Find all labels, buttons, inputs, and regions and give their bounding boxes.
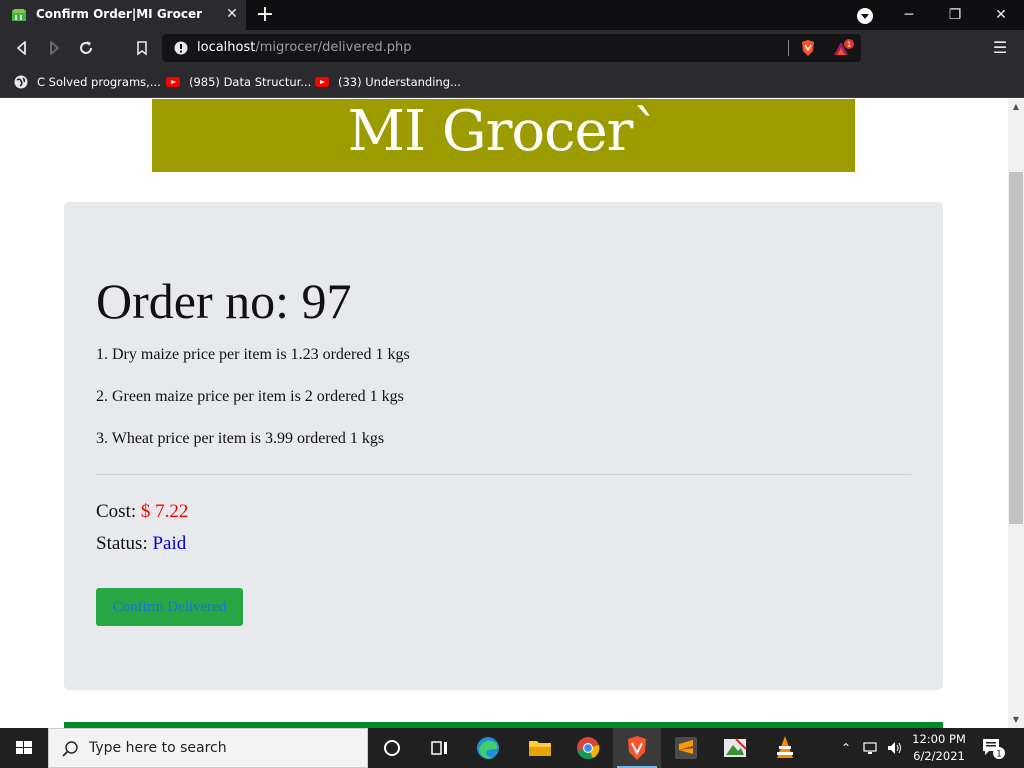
cost-label: Cost: (96, 501, 137, 522)
divider (96, 474, 911, 475)
reload-icon[interactable] (76, 38, 96, 58)
vlc-icon[interactable] (761, 728, 809, 768)
scroll-down-arrow-icon[interactable]: ▼ (1008, 712, 1024, 728)
brave-shields-icon[interactable] (800, 39, 816, 57)
brave-taskbar-button[interactable] (613, 728, 661, 768)
bookmark-icon[interactable] (132, 38, 152, 58)
system-clock[interactable]: 12:00 PM 6/2/2021 (908, 731, 970, 765)
browser-titlebar: Confirm Order|MI Grocer ✕ + ─ ❐ ✕ (0, 0, 1024, 30)
grocery-favicon-icon (12, 9, 26, 21)
scroll-up-arrow-icon[interactable]: ▲ (1008, 99, 1024, 115)
volume-icon[interactable] (886, 740, 902, 756)
bookmark-c-solved-programs[interactable]: C Solved programs,... (14, 73, 161, 91)
back-icon[interactable] (12, 38, 32, 58)
windows-taskbar: Type here to search ⌃ 12:00 PM 6/2/2021 … (0, 728, 1024, 768)
notification-count: 1 (996, 750, 1002, 760)
order-title: Order no: 97 (96, 273, 352, 329)
bookmark-understanding[interactable]: (33) Understanding... (315, 73, 461, 91)
forward-icon[interactable] (44, 38, 64, 58)
edge-icon[interactable] (464, 728, 512, 768)
new-tab-icon[interactable]: + (254, 3, 276, 27)
order-item: 1. Dry maize price per item is 1.23 orde… (96, 346, 410, 363)
rewards-badge: 1 (847, 41, 851, 49)
site-banner: MI Grocer` (152, 99, 855, 172)
youtube-icon (315, 77, 329, 87)
minimize-icon[interactable]: ─ (886, 0, 932, 30)
tab-confirm-order[interactable]: Confirm Order|MI Grocer ✕ (0, 0, 246, 30)
status-line: Status: Paid (96, 532, 186, 556)
cortana-icon[interactable] (368, 728, 416, 768)
taskbar-search[interactable]: Type here to search (48, 728, 368, 768)
notification-center-icon[interactable]: 1 (980, 736, 1006, 760)
address-bar[interactable]: localhost/migrocer/delivered.php 1 (162, 34, 861, 62)
page-viewport: MI Grocer` Order no: 97 1. Dry maize pri… (0, 99, 1008, 728)
tab-title: Confirm Order|MI Grocer (36, 7, 203, 21)
profile-menu-icon[interactable] (856, 7, 874, 25)
windows-start-icon[interactable] (0, 728, 48, 768)
search-icon (62, 741, 78, 757)
clock-time: 12:00 PM (912, 732, 966, 746)
status-label: Status: (96, 533, 148, 554)
show-hidden-icons-icon[interactable]: ⌃ (838, 740, 854, 756)
bookmarks-bar: C Solved programs,... (985) Data Structu… (0, 66, 1024, 98)
bookmark-label: (985) Data Structur... (189, 75, 312, 89)
page-scrollbar[interactable]: ▲ ▼ (1008, 99, 1024, 728)
task-view-icon[interactable] (416, 728, 464, 768)
file-explorer-icon[interactable] (516, 728, 564, 768)
hamburger-menu-icon[interactable]: ☰ (990, 38, 1010, 58)
sublime-text-icon[interactable] (662, 728, 710, 768)
url-text[interactable]: localhost/migrocer/delivered.php (197, 40, 412, 55)
order-item: 2. Green maize price per item is 2 order… (96, 388, 404, 405)
network-icon[interactable] (863, 740, 879, 756)
url-host: localhost (197, 40, 256, 55)
brave-icon (628, 736, 646, 760)
youtube-icon (166, 77, 180, 87)
clock-date: 6/2/2021 (913, 749, 965, 763)
url-path: /migrocer/delivered.php (255, 40, 412, 55)
site-info-icon[interactable] (174, 41, 188, 55)
snip-tool-icon[interactable] (711, 728, 759, 768)
close-window-icon[interactable]: ✕ (978, 0, 1024, 30)
order-card: Order no: 97 1. Dry maize price per item… (64, 202, 943, 690)
cost-line: Cost: $ 7.22 (96, 500, 188, 524)
url-divider (788, 40, 789, 56)
bookmark-label: C Solved programs,... (37, 75, 161, 89)
search-placeholder: Type here to search (89, 740, 227, 756)
brave-rewards-icon[interactable]: 1 (833, 39, 855, 57)
chrome-icon[interactable] (564, 728, 612, 768)
cost-value: $ 7.22 (140, 501, 189, 522)
tab-close-icon[interactable]: ✕ (223, 5, 241, 23)
restore-icon[interactable]: ❐ (932, 0, 978, 30)
bookmark-label: (33) Understanding... (338, 75, 461, 89)
browser-toolbar: localhost/migrocer/delivered.php 1 ☰ (0, 30, 1024, 66)
confirm-delivered-button[interactable]: Confirm Delivered (96, 588, 243, 626)
bookmark-data-structures[interactable]: (985) Data Structur... (166, 73, 311, 91)
status-value: Paid (152, 533, 187, 554)
globe-icon (14, 75, 28, 89)
scroll-thumb[interactable] (1009, 172, 1023, 524)
site-title: MI Grocer` (347, 99, 661, 164)
order-item: 3. Wheat price per item is 3.99 ordered … (96, 430, 385, 447)
